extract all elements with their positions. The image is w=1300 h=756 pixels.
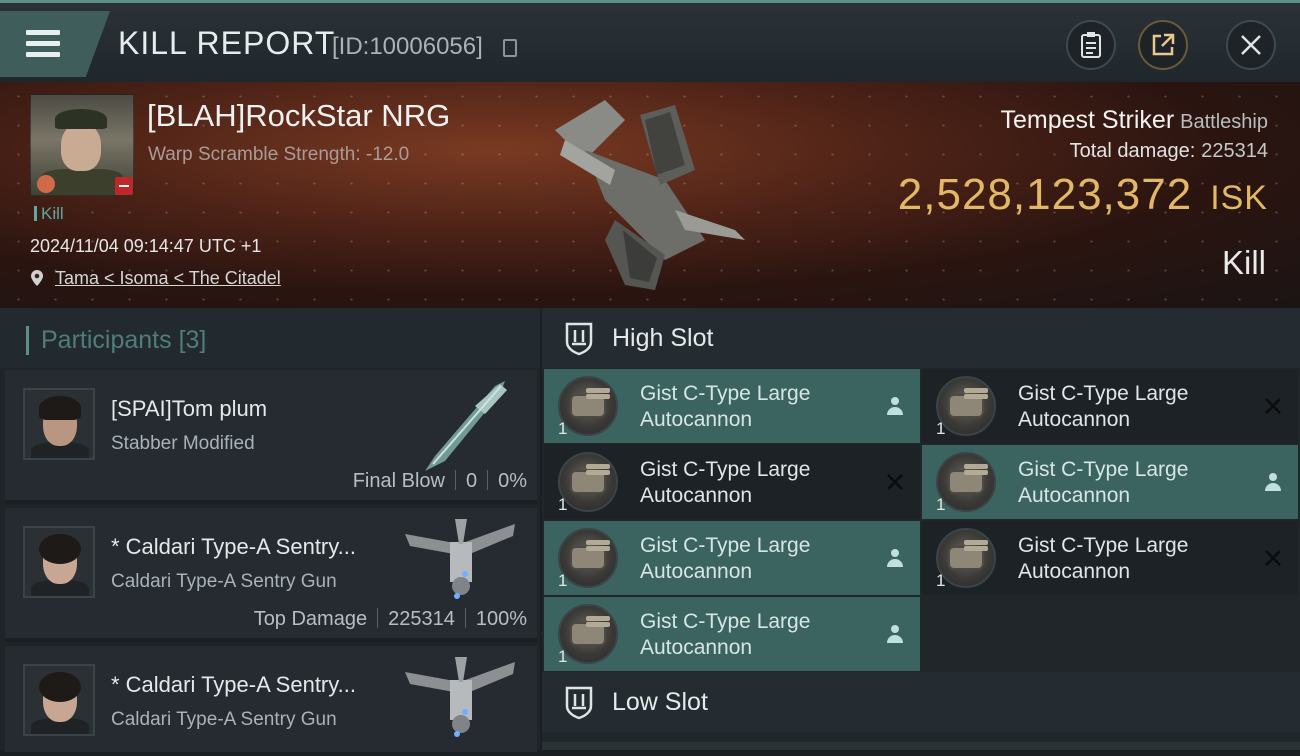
module-item[interactable]: 1 Gist C-Type Large Autocannon xyxy=(544,445,920,519)
negative-standing-icon xyxy=(115,177,133,195)
kill-tag: Kill xyxy=(34,204,64,224)
module-item[interactable]: 1 Gist C-Type Large Autocannon xyxy=(544,597,920,671)
high-slot-label: High Slot xyxy=(612,324,714,352)
module-quantity: 1 xyxy=(558,647,568,666)
x-icon xyxy=(1265,550,1281,566)
module-quantity: 1 xyxy=(936,419,946,438)
ship-class: Battleship xyxy=(1180,111,1268,133)
module-quantity: 1 xyxy=(558,419,568,438)
module-quantity: 1 xyxy=(936,571,946,590)
module-name: Gist C-Type Large Autocannon xyxy=(1018,382,1189,431)
module-quantity: 1 xyxy=(558,495,568,514)
participant-ship: Stabber Modified xyxy=(111,433,255,454)
module-item[interactable]: 1 Gist C-Type Large Autocannon xyxy=(544,521,920,595)
module-item[interactable]: 1 Gist C-Type Large Autocannon xyxy=(922,369,1298,443)
top-bar: KILL REPORT [ID:10006056] xyxy=(0,0,1300,82)
report-id: [ID:10006056] xyxy=(332,33,483,60)
participants-title: Participants xyxy=(41,326,172,354)
participant-name: [SPAI]Tom plum xyxy=(111,396,268,421)
person-icon xyxy=(887,397,903,415)
participant-ship: Caldari Type-A Sentry Gun xyxy=(111,709,337,730)
victim-ship: Tempest Striker Battleship xyxy=(1000,106,1268,135)
low-slot-header: Low Slot xyxy=(542,672,1300,732)
participants-panel: Participants [3] [SPAI]Tom plum Stabber … xyxy=(0,308,540,756)
module-name: Gist C-Type Large Autocannon xyxy=(640,534,811,583)
participant-name: * Caldari Type-A Sentry... xyxy=(111,672,356,697)
participant-percent: 0% xyxy=(498,470,527,492)
warp-scramble-strength: Warp Scramble Strength: -12.0 xyxy=(148,144,410,165)
module-item[interactable]: 1 Gist C-Type Large Autocannon xyxy=(544,369,920,443)
participant-damage: 0 xyxy=(465,470,478,492)
participants-header: Participants [3] xyxy=(0,308,540,368)
participants-count: [3] xyxy=(178,326,207,354)
clipboard-button[interactable] xyxy=(1066,20,1116,70)
sentry-gun-icon xyxy=(405,519,515,599)
total-damage-value: 225314 xyxy=(1201,140,1268,162)
participant-damage: 225314 xyxy=(388,608,455,630)
location-link[interactable]: Tama < Isoma < The Citadel xyxy=(55,268,281,288)
copy-icon[interactable] xyxy=(503,39,517,57)
close-button[interactable] xyxy=(1226,20,1276,70)
corp-badge-icon xyxy=(37,175,55,193)
ship-name[interactable]: Tempest Striker xyxy=(1000,106,1174,134)
isk-value: 2,528,123,372 ISK xyxy=(898,170,1268,220)
participant-card[interactable]: [SPAI]Tom plum Stabber Modified Final Bl… xyxy=(5,370,537,504)
x-icon xyxy=(1265,398,1281,414)
clipboard-icon xyxy=(1081,32,1101,58)
isk-unit: ISK xyxy=(1210,179,1268,217)
victim-banner: [BLAH]RockStar NRG Warp Scramble Strengt… xyxy=(0,82,1300,308)
slot-shield-icon xyxy=(565,686,593,720)
share-button[interactable] xyxy=(1138,20,1188,70)
kill-datetime: 2024/11/04 09:14:47 UTC +1 xyxy=(30,236,262,256)
participant-card[interactable]: * Caldari Type-A Sentry... Caldari Type-… xyxy=(5,646,537,756)
sentry-gun-icon xyxy=(405,657,515,737)
hamburger-icon xyxy=(26,30,60,63)
low-slot-label: Low Slot xyxy=(612,688,708,716)
participant-ship: Caldari Type-A Sentry Gun xyxy=(111,571,337,592)
slot-shield-icon xyxy=(565,322,593,356)
fitting-panel: High Slot 1 Gist C-Type Large Autocannon… xyxy=(542,308,1300,750)
participant-card[interactable]: * Caldari Type-A Sentry... Caldari Type-… xyxy=(5,508,537,642)
module-name: Gist C-Type Large Autocannon xyxy=(1018,458,1189,507)
participant-percent: 100% xyxy=(475,608,527,630)
participant-role: Final Blow xyxy=(352,470,445,492)
participant-stats: Top Damage 225314 100% xyxy=(254,608,527,631)
victim-name[interactable]: [BLAH]RockStar NRG xyxy=(147,98,450,134)
participant-role: Top Damage xyxy=(253,608,368,630)
stabber-ship-icon xyxy=(425,381,507,471)
share-icon xyxy=(1152,33,1175,56)
total-damage-label: Total damage: xyxy=(1069,140,1196,162)
module-name: Gist C-Type Large Autocannon xyxy=(640,610,811,659)
participant-stats: Final Blow 0 0% xyxy=(353,470,527,493)
person-icon xyxy=(1265,473,1281,491)
ship-image xyxy=(555,100,745,290)
module-name: Gist C-Type Large Autocannon xyxy=(640,458,811,507)
high-slot-header: High Slot xyxy=(542,308,1300,368)
module-name: Gist C-Type Large Autocannon xyxy=(640,382,811,431)
close-icon xyxy=(1241,35,1261,55)
participant-avatar xyxy=(23,388,95,460)
person-icon xyxy=(887,549,903,567)
module-quantity: 1 xyxy=(936,495,946,514)
participants-label: Participants [3] xyxy=(26,326,206,355)
menu-button[interactable] xyxy=(0,11,110,77)
module-item[interactable]: 1 Gist C-Type Large Autocannon xyxy=(922,521,1298,595)
x-icon xyxy=(887,474,903,490)
map-pin-icon xyxy=(31,270,43,286)
total-damage: Total damage: 225314 xyxy=(1070,140,1268,163)
isk-amount: 2,528,123,372 xyxy=(897,170,1193,219)
page-title: KILL REPORT xyxy=(118,25,336,61)
module-item[interactable]: 1 Gist C-Type Large Autocannon xyxy=(922,445,1298,519)
participant-avatar xyxy=(23,526,95,598)
result-label: Kill xyxy=(1221,244,1266,281)
kill-location[interactable]: Tama < Isoma < The Citadel xyxy=(30,268,281,289)
person-icon xyxy=(887,625,903,643)
module-name: Gist C-Type Large Autocannon xyxy=(1018,534,1189,583)
participant-name: * Caldari Type-A Sentry... xyxy=(111,534,356,559)
module-quantity: 1 xyxy=(558,571,568,590)
participant-avatar xyxy=(23,664,95,736)
low-slot-partial-row xyxy=(542,742,1300,750)
